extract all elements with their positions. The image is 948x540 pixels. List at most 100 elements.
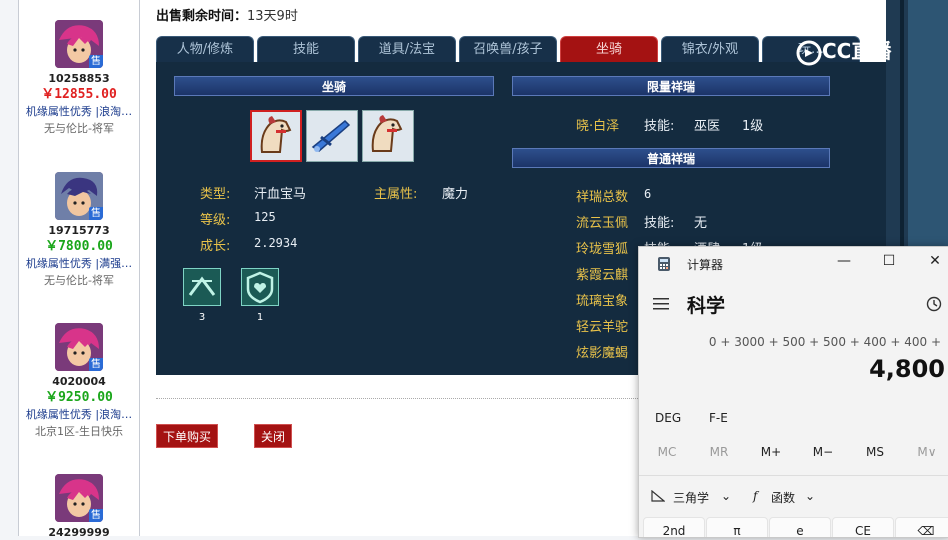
function-dropdown[interactable]: 函数 xyxy=(771,489,795,506)
heart-shield-icon xyxy=(246,271,274,304)
limited-skill-level: 1级 xyxy=(742,119,764,134)
mr-button[interactable]: MR xyxy=(697,445,741,459)
growth-label: 成长: xyxy=(200,239,231,254)
level-value: 125 xyxy=(254,210,276,224)
total-value: 6 xyxy=(644,187,652,201)
ce-key[interactable]: CE xyxy=(832,517,894,537)
avatar[interactable]: 售 xyxy=(55,172,103,220)
maximize-icon[interactable]: ☐ xyxy=(879,253,899,269)
tab-outfit[interactable]: 锦衣/外观 xyxy=(661,36,759,62)
m-plus-button[interactable]: M+ xyxy=(749,445,793,459)
fe-button[interactable]: F-E xyxy=(709,411,728,425)
chevron-down-icon[interactable]: ⌄ xyxy=(805,489,815,503)
pi-key[interactable]: π xyxy=(706,517,768,537)
avatar[interactable]: 售 xyxy=(55,474,103,522)
avatar[interactable]: 售 xyxy=(55,323,103,371)
detail-tabs: 人物/修炼 技能 道具/法宝 召唤兽/孩子 坐骑 锦衣/外观 玩… xyxy=(156,36,886,62)
seller-id: 19715773 xyxy=(48,224,110,237)
history-icon[interactable] xyxy=(925,295,943,313)
calculator-window[interactable]: 计算器 — ☐ ✕ 科学 0 + 3000 + 500 + 500 + 400 … xyxy=(638,246,948,538)
tab-summons[interactable]: 召唤兽/孩子 xyxy=(459,36,557,62)
close-button[interactable]: 关闭 xyxy=(254,424,292,448)
window-title: 计算器 xyxy=(687,258,724,272)
seller-desc[interactable]: 机缘属性优秀 |浪淘… xyxy=(19,407,139,423)
mount-slot-horse[interactable] xyxy=(362,110,414,162)
seller-card[interactable]: 售 19715773 ￥7800.00 机缘属性优秀 |满强… 无与伦比-将军 xyxy=(19,172,139,290)
expression-display: 0 + 3000 + 500 + 500 + 400 + 400 + xyxy=(708,335,941,349)
tab-mount[interactable]: 坐骑 xyxy=(560,36,658,62)
mc-button[interactable]: MC xyxy=(645,445,689,459)
ms-button[interactable]: MS xyxy=(853,445,897,459)
calculator-app-icon xyxy=(658,257,670,271)
limited-skill-label: 技能: xyxy=(644,119,675,134)
close-icon[interactable]: ✕ xyxy=(925,253,945,269)
horse-icon xyxy=(260,116,292,153)
limited-skill-name: 巫医 xyxy=(694,119,721,134)
tab-skills[interactable]: 技能 xyxy=(257,36,355,62)
deg-button[interactable]: DEG xyxy=(655,411,681,425)
seller-card[interactable]: 售 10258853 ￥12855.00 机缘属性优秀 |浪淘… 无与伦比-将军 xyxy=(19,20,139,138)
seller-server: 无与伦比-将军 xyxy=(44,274,114,287)
main-attr-label: 主属性: xyxy=(374,187,418,202)
seller-id: 10258853 xyxy=(48,72,110,85)
avatar[interactable]: 售 xyxy=(55,20,103,68)
triangle-ruler-icon xyxy=(651,490,665,502)
mount-skill-slot[interactable] xyxy=(183,268,221,306)
cc-logo-icon xyxy=(796,40,822,65)
trig-dropdown[interactable]: 三角学 xyxy=(673,489,709,506)
normal-item-name: 琉璃宝象 xyxy=(576,294,629,309)
m-minus-button[interactable]: M− xyxy=(801,445,845,459)
function-icon: f xyxy=(753,489,758,503)
tab-items[interactable]: 道具/法宝 xyxy=(358,36,456,62)
normal-item-name: 轻云羊驼 xyxy=(576,320,629,335)
e-key[interactable]: e xyxy=(769,517,831,537)
mount-section-title: 坐骑 xyxy=(174,76,494,96)
limited-item-name: 晓·白泽 xyxy=(576,119,620,134)
seller-id: 4020004 xyxy=(52,375,106,388)
mount-slot-sword[interactable] xyxy=(306,110,358,162)
remaining-value: 13天9时 xyxy=(247,9,298,24)
mount-skill-icon xyxy=(188,276,216,296)
divider xyxy=(639,475,948,476)
second-key[interactable]: 2nd xyxy=(643,517,705,537)
seller-card[interactable]: 售 4020004 ￥9250.00 机缘属性优秀 |浪淘… 北京1区-生日快乐 xyxy=(19,323,139,441)
seller-server: 无与伦比-将军 xyxy=(44,122,114,135)
horse-icon xyxy=(371,115,403,152)
skill-count: 1 xyxy=(256,312,264,323)
chevron-down-icon[interactable]: ⌄ xyxy=(721,489,731,503)
normal-section-title: 普通祥瑞 xyxy=(512,148,830,168)
seller-desc[interactable]: 机缘属性优秀 |满强… xyxy=(19,256,139,272)
memory-list-button[interactable]: M∨ xyxy=(905,445,948,459)
normal-skill-label: 技能: xyxy=(644,216,675,231)
watermark: CC直播 xyxy=(796,34,926,68)
for-sale-tag: 售 xyxy=(89,55,103,68)
type-value: 汗血宝马 xyxy=(254,187,307,202)
level-label: 等级: xyxy=(200,213,231,228)
flying-sword-icon xyxy=(311,119,351,152)
main-attr-value: 魔力 xyxy=(442,187,469,202)
watermark-text: CC直播 xyxy=(822,39,892,63)
menu-icon[interactable] xyxy=(653,297,671,311)
mount-skill-slot[interactable] xyxy=(241,268,279,306)
buy-button[interactable]: 下单购买 xyxy=(156,424,218,448)
calculator-mode: 科学 xyxy=(687,295,726,317)
backspace-key[interactable]: ⌫ xyxy=(895,517,948,537)
seller-sidebar: 售 10258853 ￥12855.00 机缘属性优秀 |浪淘… 无与伦比-将军… xyxy=(18,0,140,539)
result-display: 4,800 xyxy=(869,355,945,383)
seller-price: ￥9250.00 xyxy=(45,390,113,405)
limited-section-title: 限量祥瑞 xyxy=(512,76,830,96)
mount-slot-horse[interactable] xyxy=(250,110,302,162)
for-sale-tag: 售 xyxy=(89,509,103,522)
growth-value: 2.2934 xyxy=(254,236,298,250)
tab-character[interactable]: 人物/修炼 xyxy=(156,36,254,62)
remaining-label: 出售剩余时间： xyxy=(156,9,248,24)
normal-item-name: 炫影魔蝎 xyxy=(576,346,629,361)
normal-item-name: 玲珑雪狐 xyxy=(576,242,629,257)
seller-card[interactable]: 售 24299999 xyxy=(19,474,139,540)
seller-desc[interactable]: 机缘属性优秀 |浪淘… xyxy=(19,104,139,120)
type-label: 类型: xyxy=(200,187,231,202)
seller-id: 24299999 xyxy=(48,526,110,539)
sale-remaining-time: 出售剩余时间：13天9时 xyxy=(156,5,298,24)
minimize-icon[interactable]: — xyxy=(834,253,854,269)
normal-item-name: 紫霞云麒 xyxy=(576,268,629,283)
